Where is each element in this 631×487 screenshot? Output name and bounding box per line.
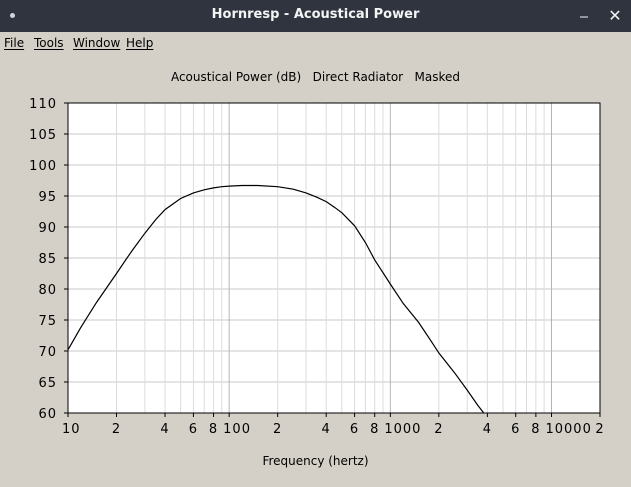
x-tick-label: 8 [531, 422, 540, 437]
y-tick-label: 95 [38, 190, 57, 205]
y-tick-label: 60 [38, 407, 57, 422]
x-tick-label: 8 [209, 422, 218, 437]
x-axis-ticks: 10 2 4 6 8 100 2 4 6 8 1000 2 4 6 8 10000 2 [62, 413, 604, 437]
x-tick-label: 2 [434, 422, 443, 437]
x-tick-label: 1000 [384, 422, 421, 437]
x-tick-label: 8 [370, 422, 379, 437]
x-tick-label: 2 [112, 422, 121, 437]
x-tick-label: 2 [595, 422, 604, 437]
x-tick-label: 6 [350, 422, 359, 437]
y-tick-label: 105 [29, 128, 57, 143]
y-tick-label: 80 [38, 283, 57, 298]
x-tick-label: 6 [189, 422, 198, 437]
x-tick-label: 6 [511, 422, 520, 437]
y-axis-ticks: 110 105 100 95 90 85 80 75 70 65 60 [29, 97, 68, 422]
x-axis-label: Frequency (hertz) [262, 454, 369, 468]
x-tick-label: 4 [322, 422, 331, 437]
y-tick-label: 70 [38, 345, 57, 360]
x-tick-label: 10 [62, 422, 81, 437]
y-tick-label: 85 [38, 252, 57, 267]
y-tick-label: 100 [29, 159, 57, 174]
x-tick-label: 100 [223, 422, 251, 437]
y-tick-label: 90 [38, 221, 57, 236]
y-tick-label: 75 [38, 314, 57, 329]
x-tick-label: 4 [483, 422, 492, 437]
y-tick-label: 65 [38, 376, 57, 391]
x-tick-label: 2 [273, 422, 282, 437]
x-tick-label: 10000 [545, 422, 591, 437]
acoustical-power-chart: 1101051009590858075706560 10 2 4 6 8 100 2 4 6 8 1… [29, 97, 604, 437]
y-tick-label: 110 [29, 97, 57, 112]
x-tick-label: 4 [160, 422, 169, 437]
